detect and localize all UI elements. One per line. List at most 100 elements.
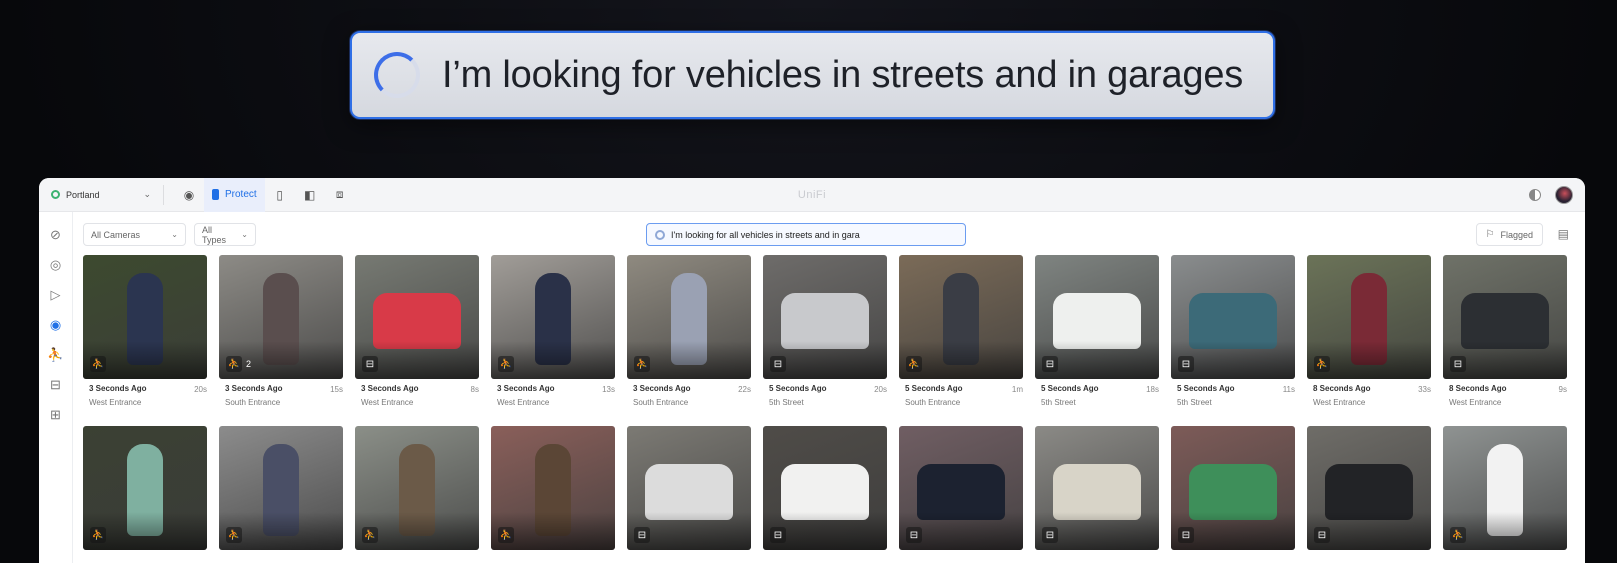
vehicle-subject <box>373 293 461 349</box>
camera-app-icon <box>212 189 219 200</box>
event-meta <box>219 550 343 563</box>
side-navigation: ⊘ ◎ ▷ ◉ ⛹ ⊟ ⊞ <box>39 212 73 563</box>
event-card[interactable]: ⊟ <box>899 426 1023 563</box>
ai-search-icon[interactable]: ◉ <box>48 316 64 333</box>
event-camera: West Entrance <box>1313 398 1366 407</box>
vehicle-subject <box>1461 293 1549 349</box>
flagged-filter-button[interactable]: ⚐ Flagged <box>1475 223 1543 246</box>
detection-type-badge: ⛹ <box>498 356 514 372</box>
vehicle-subject <box>645 464 733 520</box>
event-thumbnail[interactable]: ⊟ <box>763 426 887 550</box>
event-card[interactable]: ⛹ <box>1443 426 1567 563</box>
event-card[interactable]: ⊟ 3 Seconds Ago 8s West Entrance <box>355 255 479 419</box>
event-time: 3 Seconds Ago <box>89 384 147 393</box>
talk-app-icon[interactable]: ◧ <box>295 188 325 202</box>
play-icon[interactable]: ▷ <box>48 286 64 303</box>
detection-type-badge: ⊟ <box>906 527 922 543</box>
connect-app-icon[interactable]: ⧈ <box>325 187 355 202</box>
event-thumbnail[interactable]: ⊟ <box>355 255 479 379</box>
event-meta <box>355 550 479 563</box>
event-thumbnail[interactable]: ⊟ <box>899 426 1023 550</box>
event-card[interactable]: ⊟ <box>1035 426 1159 563</box>
event-card[interactable]: ⛹ <box>491 426 615 563</box>
tab-protect[interactable]: Protect <box>204 178 265 212</box>
detection-type-badge: ⛹ <box>1314 356 1330 372</box>
person-subject <box>943 273 979 365</box>
event-card[interactable]: ⛹ <box>219 426 343 563</box>
vehicle-subject <box>917 464 1005 520</box>
event-grid: ⛹ 3 Seconds Ago 20s West Entrance ⛹ 2 3 Second… <box>83 255 1573 563</box>
event-thumbnail[interactable]: ⛹ <box>83 426 207 550</box>
event-card[interactable]: ⊟ 5 Seconds Ago 18s 5th Street <box>1035 255 1159 419</box>
event-card[interactable]: ⛹ 2 3 Seconds Ago 15s South Entrance <box>219 255 343 419</box>
search-input[interactable]: I'm looking for all vehicles in streets … <box>646 223 966 246</box>
vehicle-detections-icon[interactable]: ⊟ <box>48 376 64 393</box>
event-thumbnail[interactable]: ⛹ <box>491 426 615 550</box>
loading-spinner-icon <box>374 52 420 98</box>
access-app-icon[interactable]: ▯ <box>265 188 295 202</box>
grid-view-icon[interactable]: ▤ <box>1558 227 1569 241</box>
event-thumbnail[interactable]: ⊟ <box>1171 426 1295 550</box>
event-thumbnail[interactable]: ⊟ <box>1307 426 1431 550</box>
event-thumbnail[interactable]: ⛹ <box>355 426 479 550</box>
event-thumbnail[interactable]: ⛹ <box>219 426 343 550</box>
event-thumbnail[interactable]: ⛹ <box>899 255 1023 379</box>
person-icon: ⛹ <box>90 527 106 543</box>
type-filter-select[interactable]: All Types ⌄ <box>194 223 256 246</box>
event-card[interactable]: ⊟ <box>763 426 887 563</box>
event-thumbnail[interactable]: ⛹ 2 <box>219 255 343 379</box>
dashboard-icon[interactable]: ⊘ <box>48 226 64 243</box>
detection-type-badge: ⛹ <box>90 356 106 372</box>
event-card[interactable]: ⛹ <box>355 426 479 563</box>
camera-filter-select[interactable]: All Cameras ⌄ <box>83 223 186 246</box>
avatar[interactable] <box>1555 185 1573 204</box>
event-time: 3 Seconds Ago <box>633 384 691 393</box>
event-meta: 8 Seconds Ago 9s West Entrance <box>1443 379 1567 419</box>
event-card[interactable]: ⊟ 8 Seconds Ago 9s West Entrance <box>1443 255 1567 419</box>
person-icon: ⛹ <box>906 356 922 372</box>
event-card[interactable]: ⊟ <box>1307 426 1431 563</box>
event-thumbnail[interactable]: ⛹ <box>1443 426 1567 550</box>
event-card[interactable]: ⛹ 3 Seconds Ago 22s South Entrance <box>627 255 751 419</box>
detection-count: 2 <box>246 359 252 369</box>
devices-icon[interactable]: ◎ <box>48 256 64 273</box>
event-card[interactable]: ⛹ 3 Seconds Ago 20s West Entrance <box>83 255 207 419</box>
person-subject <box>127 444 163 536</box>
detection-type-badge: ⊟ <box>770 527 786 543</box>
event-card[interactable]: ⊟ 5 Seconds Ago 20s 5th Street <box>763 255 887 419</box>
filter-bar: All Cameras ⌄ All Types ⌄ I'm looking fo… <box>83 223 1573 246</box>
event-thumbnail[interactable]: ⊟ <box>1035 426 1159 550</box>
detection-type-badge: ⛹ <box>90 527 106 543</box>
event-thumbnail[interactable]: ⊟ <box>627 426 751 550</box>
event-thumbnail[interactable]: ⊟ <box>1035 255 1159 379</box>
event-camera: 5th Street <box>1041 398 1076 407</box>
event-meta: 3 Seconds Ago 8s West Entrance <box>355 379 479 419</box>
event-card[interactable]: ⛹ 5 Seconds Ago 1m South Entrance <box>899 255 1023 419</box>
event-thumbnail[interactable]: ⛹ <box>83 255 207 379</box>
event-card[interactable]: ⛹ <box>83 426 207 563</box>
network-app-icon[interactable]: ◉ <box>174 188 204 202</box>
flagged-label: Flagged <box>1500 229 1533 240</box>
event-thumbnail[interactable]: ⊟ <box>1443 255 1567 379</box>
event-meta <box>83 550 207 563</box>
alarm-manager-icon[interactable]: ⊞ <box>48 406 64 423</box>
event-card[interactable]: ⛹ 8 Seconds Ago 33s West Entrance <box>1307 255 1431 419</box>
event-card[interactable]: ⊟ <box>627 426 751 563</box>
event-thumbnail[interactable]: ⛹ <box>627 255 751 379</box>
divider <box>163 184 164 205</box>
event-meta: 3 Seconds Ago 13s West Entrance <box>491 379 615 419</box>
event-thumbnail[interactable]: ⛹ <box>491 255 615 379</box>
event-card[interactable]: ⛹ 3 Seconds Ago 13s West Entrance <box>491 255 615 419</box>
event-duration: 11s <box>1282 385 1295 394</box>
event-thumbnail[interactable]: ⊟ <box>763 255 887 379</box>
event-duration: 18s <box>1146 385 1159 394</box>
event-meta <box>1171 550 1295 563</box>
site-selector[interactable]: Portland ⌄ <box>51 189 151 200</box>
event-thumbnail[interactable]: ⊟ <box>1171 255 1295 379</box>
theme-toggle-icon[interactable] <box>1529 188 1541 201</box>
person-detections-icon[interactable]: ⛹ <box>47 346 63 363</box>
event-card[interactable]: ⊟ 5 Seconds Ago 11s 5th Street <box>1171 255 1295 419</box>
chevron-down-icon: ⌄ <box>241 230 248 239</box>
event-card[interactable]: ⊟ <box>1171 426 1295 563</box>
event-thumbnail[interactable]: ⛹ <box>1307 255 1431 379</box>
